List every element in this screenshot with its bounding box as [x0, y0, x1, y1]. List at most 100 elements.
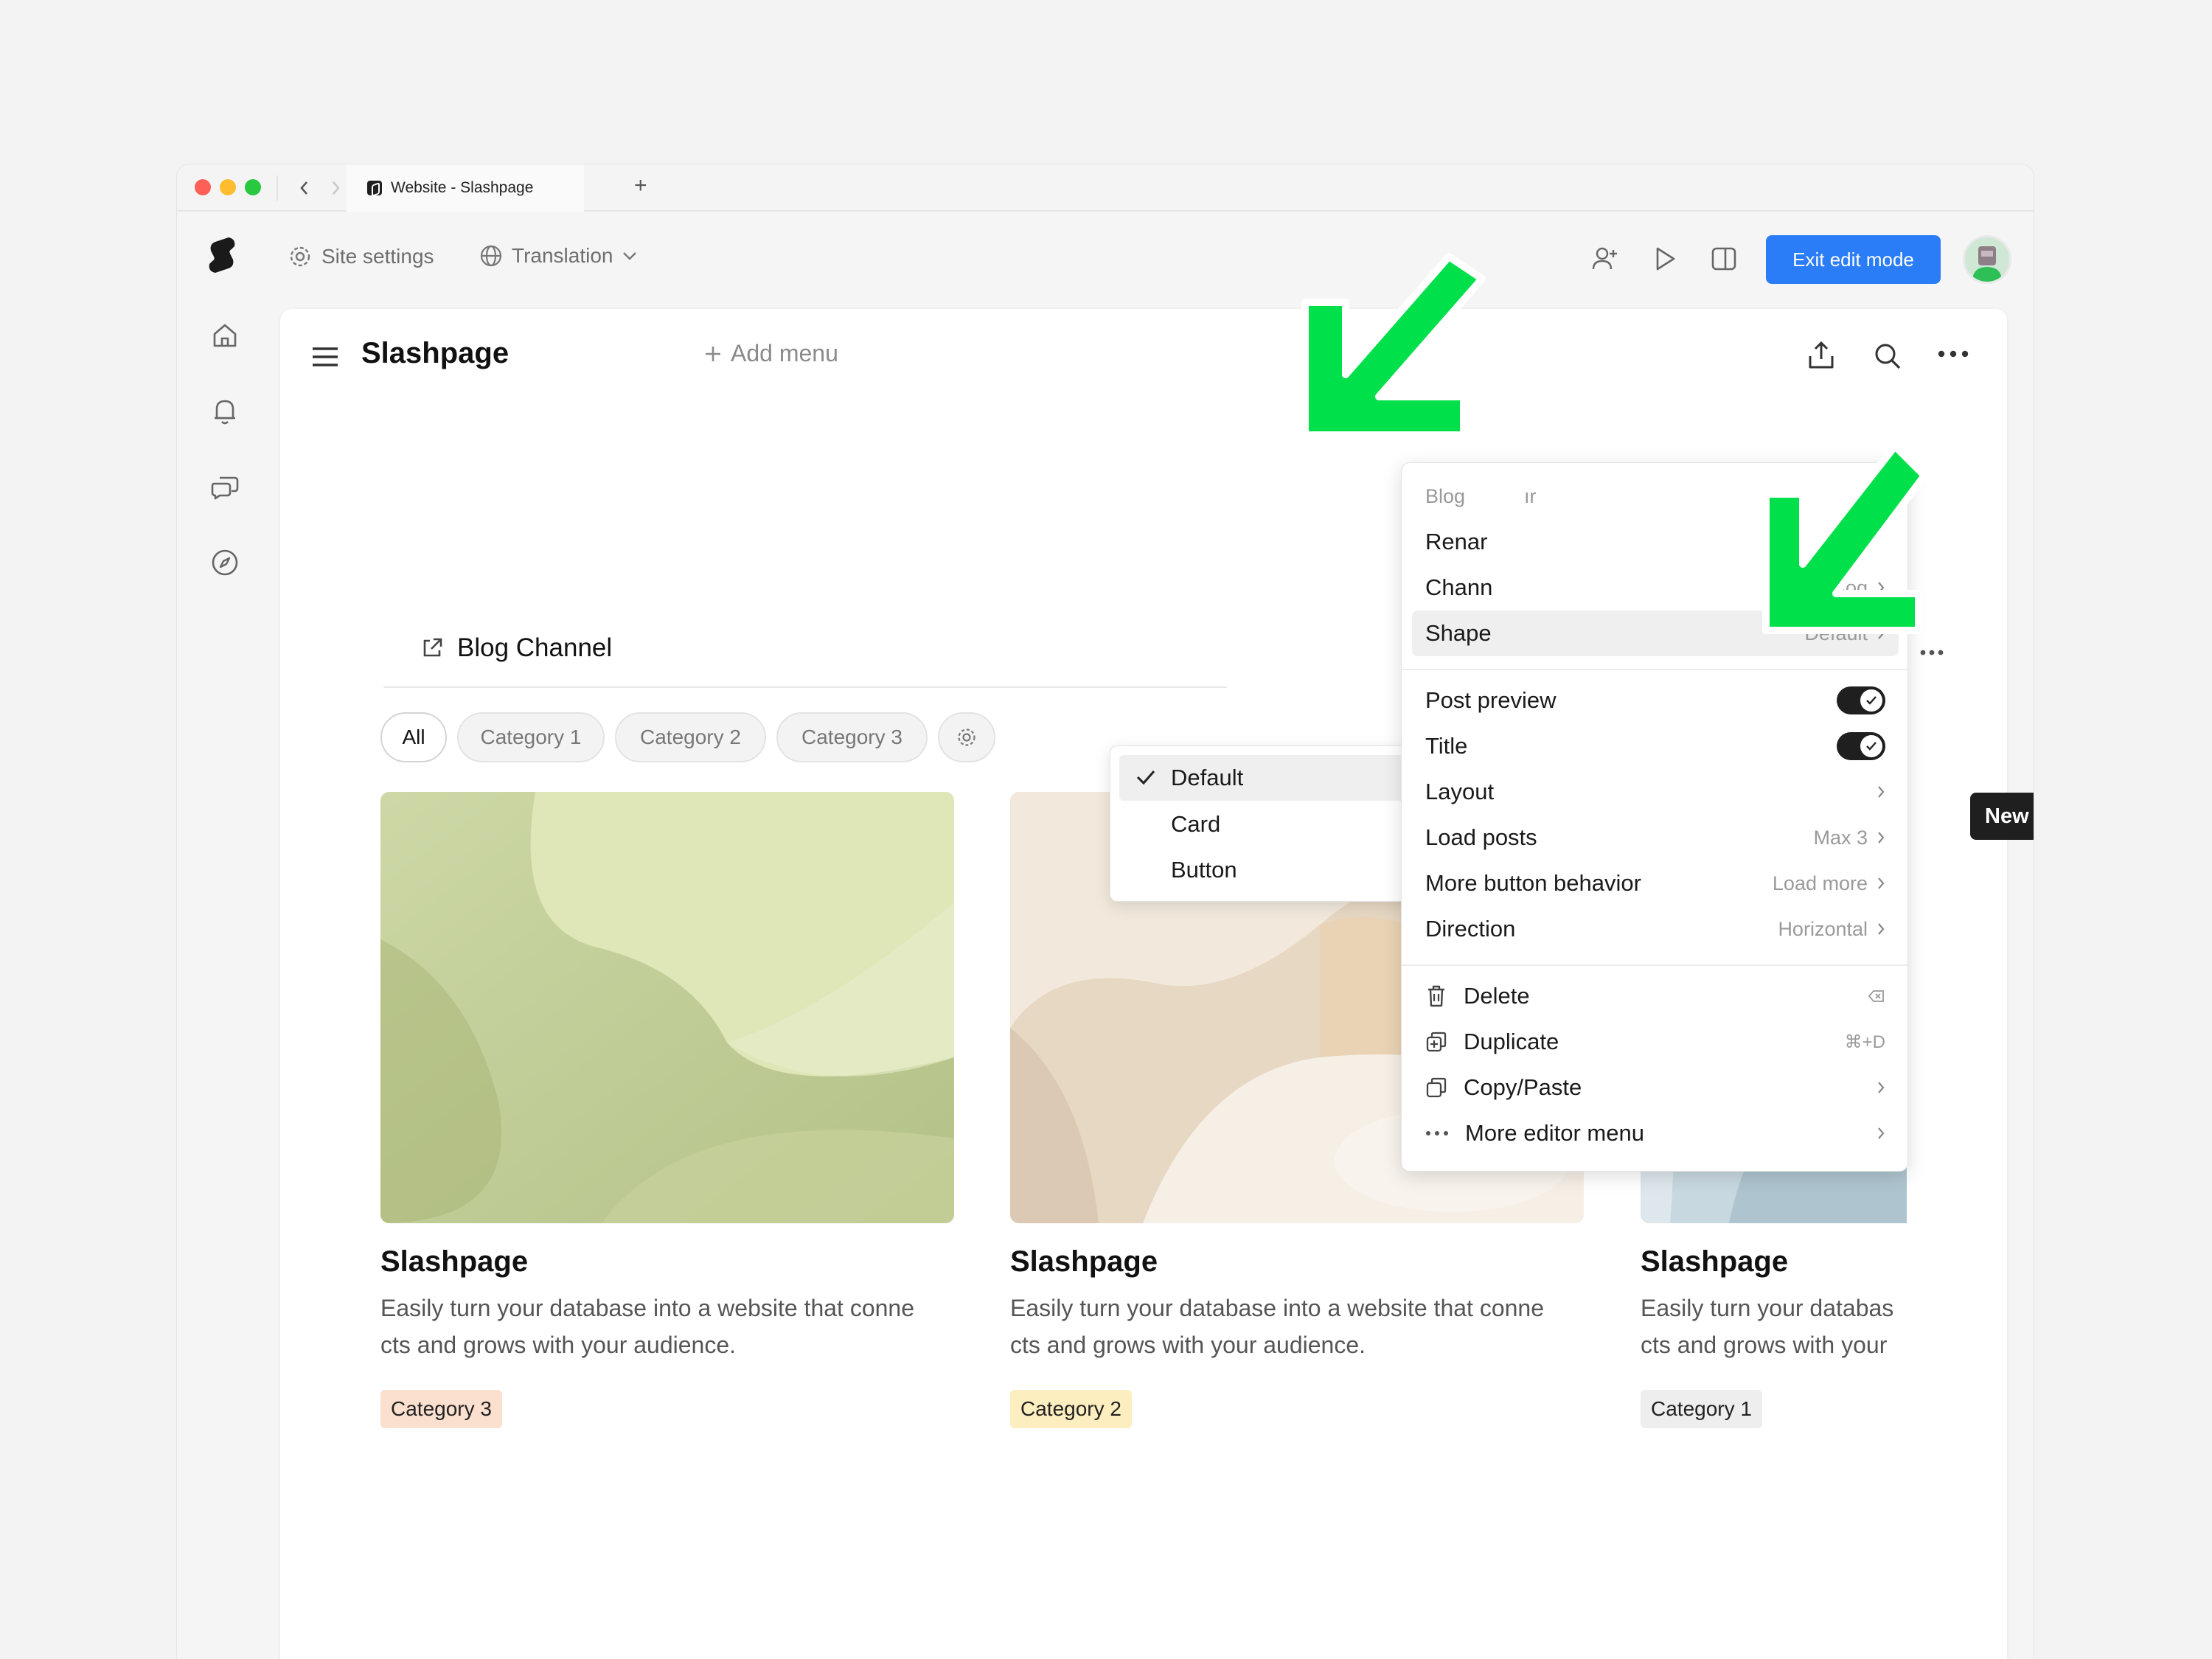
chevron-right-icon — [1878, 786, 1885, 798]
slashpage-logo-icon[interactable] — [206, 234, 243, 282]
title-toggle[interactable] — [1837, 732, 1885, 760]
share-icon[interactable] — [1806, 340, 1836, 375]
menu-item-layout[interactable]: Layout — [1412, 769, 1899, 815]
chip-category-3[interactable]: Category 3 — [776, 712, 928, 762]
split-panel-icon[interactable] — [1703, 238, 1745, 279]
more-editor-label: More editor menu — [1465, 1120, 1644, 1146]
rename-label: Renar — [1425, 529, 1488, 554]
section-title: Blog Channel — [457, 633, 613, 662]
card-desc-line: Easily turn your databas — [1641, 1295, 1894, 1321]
new-button-label: New — [1985, 804, 2029, 828]
backspace-key-icon — [1868, 990, 1884, 1002]
delete-label: Delete — [1464, 983, 1530, 1009]
annotation-arrow-icon — [1762, 442, 1928, 634]
load-posts-label: Load posts — [1425, 824, 1537, 850]
menu-item-direction[interactable]: Direction Horizontal — [1412, 906, 1899, 952]
chevron-right-icon — [1878, 877, 1885, 889]
chevron-right-icon — [1878, 832, 1885, 844]
gear-icon — [958, 728, 975, 746]
translation-label: Translation — [512, 244, 613, 267]
chip-settings-button[interactable] — [938, 712, 995, 762]
copy-icon — [1426, 1077, 1447, 1098]
more-button-label: More button behavior — [1425, 870, 1641, 896]
card-image[interactable] — [380, 792, 954, 1223]
shape-label: Shape — [1425, 620, 1492, 646]
blog-channel-header[interactable]: Blog Channel — [420, 633, 612, 663]
more-options-icon[interactable] — [1937, 349, 1969, 362]
menu-item-more-button-behavior[interactable]: More button behavior Load more — [1412, 860, 1899, 906]
more-options-icon — [1426, 1131, 1448, 1135]
back-icon[interactable] — [293, 175, 316, 201]
maximize-window-icon[interactable] — [245, 179, 261, 195]
divider — [276, 175, 278, 201]
direction-label: Direction — [1425, 916, 1516, 942]
chevron-down-icon — [623, 252, 637, 260]
search-icon[interactable] — [1873, 341, 1902, 375]
exit-edit-mode-button[interactable]: Exit edit mode — [1766, 235, 1941, 284]
translation-dropdown[interactable]: Translation — [479, 244, 638, 268]
menu-item-more-editor[interactable]: More editor menu — [1412, 1110, 1899, 1156]
gear-icon — [290, 246, 310, 267]
menu-item-delete[interactable]: Delete — [1412, 973, 1899, 1019]
shape-option-label: Button — [1171, 857, 1237, 883]
menu-item-copy-paste[interactable]: Copy/Paste — [1412, 1065, 1899, 1110]
copy-paste-label: Copy/Paste — [1464, 1074, 1582, 1100]
minimize-window-icon[interactable] — [220, 179, 236, 195]
shape-option-label: Default — [1171, 765, 1244, 790]
card-title[interactable]: Slashpage — [1641, 1245, 1788, 1279]
home-icon[interactable] — [206, 317, 243, 354]
channel-label: Chann — [1425, 574, 1493, 600]
play-preview-icon[interactable] — [1644, 238, 1686, 279]
site-settings-button[interactable]: Site settings — [288, 244, 434, 269]
add-menu-button[interactable]: Add menu — [704, 340, 838, 367]
compass-icon[interactable] — [206, 544, 243, 581]
close-window-icon[interactable] — [195, 179, 211, 195]
check-icon — [1866, 696, 1877, 705]
post-preview-label: Post preview — [1425, 687, 1557, 713]
load-posts-value: Max 3 — [1813, 826, 1868, 849]
new-post-button[interactable]: New — [1970, 793, 2034, 840]
trash-icon — [1428, 985, 1444, 1007]
chevron-right-icon — [1878, 923, 1885, 935]
avatar[interactable] — [1963, 235, 2011, 284]
forward-icon[interactable] — [324, 175, 347, 201]
duplicate-label: Duplicate — [1464, 1029, 1559, 1054]
section-more-icon[interactable] — [1919, 647, 1944, 660]
divider — [1402, 964, 1907, 966]
menu-item-duplicate[interactable]: Duplicate ⌘+D — [1412, 1019, 1899, 1065]
check-icon — [1866, 742, 1877, 751]
page-title: Slashpage — [361, 337, 509, 369]
layout-label: Layout — [1425, 779, 1495, 804]
direction-value: Horizontal — [1778, 917, 1868, 940]
check-icon — [1136, 771, 1155, 785]
card-desc-line: cts and grows with your audience. — [380, 1332, 737, 1358]
card-description: Easily turn your databas cts and grows w… — [1641, 1290, 1907, 1363]
card-description: Easily turn your database into a website… — [1010, 1290, 1593, 1363]
browser-tab[interactable]: Website - Slashpage — [347, 164, 584, 212]
chip-category-1[interactable]: Category 1 — [457, 712, 605, 762]
card-title[interactable]: Slashpage — [1010, 1245, 1158, 1279]
hamburger-menu-icon[interactable] — [311, 346, 339, 372]
menu-item-title[interactable]: Title — [1412, 723, 1899, 769]
bell-icon[interactable] — [206, 393, 243, 430]
annotation-arrow-icon — [1301, 253, 1486, 439]
new-tab-button[interactable]: + — [634, 173, 647, 198]
post-preview-toggle[interactable] — [1837, 686, 1885, 714]
chevron-right-icon — [1878, 1082, 1885, 1093]
external-link-icon — [423, 638, 442, 657]
globe-icon — [480, 245, 502, 267]
card-title[interactable]: Slashpage — [380, 1245, 528, 1279]
chip-category-2[interactable]: Category 2 — [615, 712, 766, 762]
tab-title: Website - Slashpage — [391, 179, 534, 196]
card-desc-line: cts and grows with your audience. — [1010, 1332, 1366, 1358]
menu-item-load-posts[interactable]: Load posts Max 3 — [1412, 815, 1899, 860]
divider — [1402, 669, 1907, 670]
add-menu-label: Add menu — [731, 340, 838, 366]
divider — [383, 686, 1227, 688]
chat-icon[interactable] — [206, 468, 243, 505]
invite-user-icon[interactable] — [1585, 238, 1627, 279]
menu-item-post-preview[interactable]: Post preview — [1412, 678, 1899, 723]
chip-all[interactable]: All — [380, 712, 447, 762]
menu-header-tail: ır — [1524, 484, 1537, 507]
plus-icon — [706, 346, 720, 361]
